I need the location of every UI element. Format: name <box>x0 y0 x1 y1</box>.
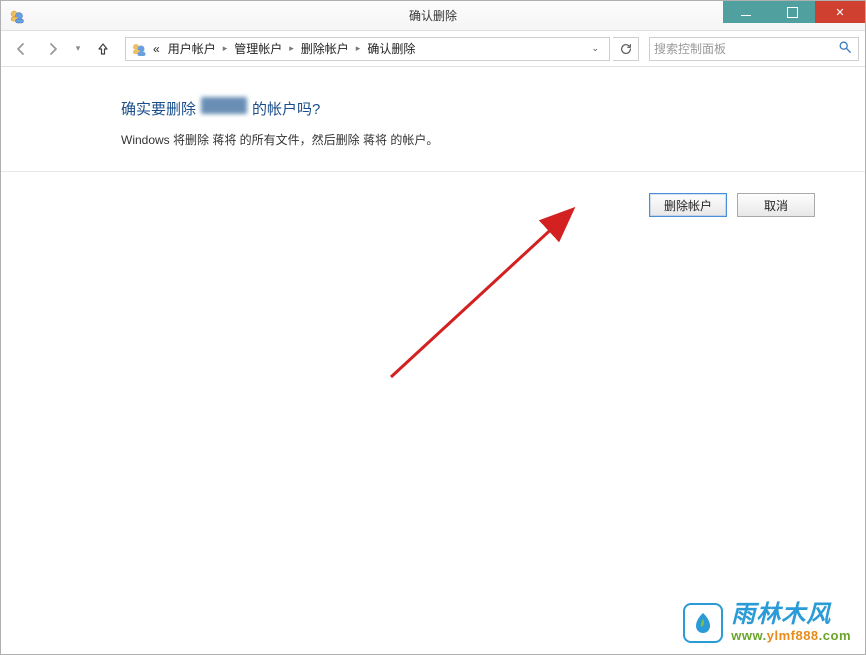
toolbar: ▾ « 用户帐户 ▸ 管理帐户 ▸ 删除帐户 ▸ 确认删除 ⌄ <box>1 31 865 67</box>
breadcrumb[interactable]: « 用户帐户 ▸ 管理帐户 ▸ 删除帐户 ▸ 确认删除 ⌄ <box>125 37 610 61</box>
nav-back-button[interactable] <box>7 35 35 63</box>
minimize-button[interactable] <box>723 1 769 23</box>
heading-prefix: 确实要删除 <box>121 98 196 119</box>
breadcrumb-item[interactable]: 用户帐户 <box>165 40 219 57</box>
app-icon <box>9 8 25 24</box>
page-heading: 确实要删除 的帐户吗? <box>121 97 865 119</box>
chevron-right-icon: ▸ <box>221 43 230 54</box>
title-bar: 确认删除 <box>1 1 865 31</box>
refresh-button[interactable] <box>613 37 639 61</box>
breadcrumb-item[interactable]: 确认删除 <box>364 40 418 57</box>
watermark: 雨林木风 www.ylmf888.com <box>683 601 851 644</box>
body-text: Windows 将删除 蒋将 的所有文件，然后删除 蒋将 的帐户。 <box>121 131 865 149</box>
nav-up-button[interactable] <box>89 35 117 63</box>
button-row: 删除帐户 取消 <box>649 193 815 217</box>
maximize-button[interactable] <box>769 1 815 23</box>
breadcrumb-item[interactable]: 管理帐户 <box>231 40 285 57</box>
nav-forward-button[interactable] <box>39 35 67 63</box>
nav-history-dropdown[interactable]: ▾ <box>71 35 85 63</box>
search-icon[interactable] <box>836 40 854 57</box>
divider <box>1 171 865 172</box>
chevron-right-icon: ▸ <box>354 43 363 54</box>
close-button[interactable] <box>815 1 865 23</box>
search-input[interactable] <box>654 42 836 56</box>
cancel-button[interactable]: 取消 <box>737 193 815 217</box>
breadcrumb-prefix: « <box>150 42 163 56</box>
breadcrumb-dropdown[interactable]: ⌄ <box>585 43 605 54</box>
redacted-username <box>201 97 247 114</box>
delete-account-button[interactable]: 删除帐户 <box>649 193 727 217</box>
content-area: 确实要删除 的帐户吗? Windows 将删除 蒋将 的所有文件，然后删除 蒋将… <box>1 67 865 654</box>
watermark-logo-icon <box>683 603 723 643</box>
watermark-url: www.ylmf888.com <box>731 629 851 644</box>
breadcrumb-item[interactable]: 删除帐户 <box>298 40 352 57</box>
heading-suffix: 的帐户吗? <box>252 98 320 119</box>
breadcrumb-icon <box>130 40 148 58</box>
search-box[interactable] <box>649 37 859 61</box>
chevron-right-icon: ▸ <box>287 43 296 54</box>
watermark-name: 雨林木风 <box>731 601 851 629</box>
watermark-text: 雨林木风 www.ylmf888.com <box>731 601 851 644</box>
annotation-arrow <box>361 197 621 397</box>
window-controls <box>723 1 865 23</box>
